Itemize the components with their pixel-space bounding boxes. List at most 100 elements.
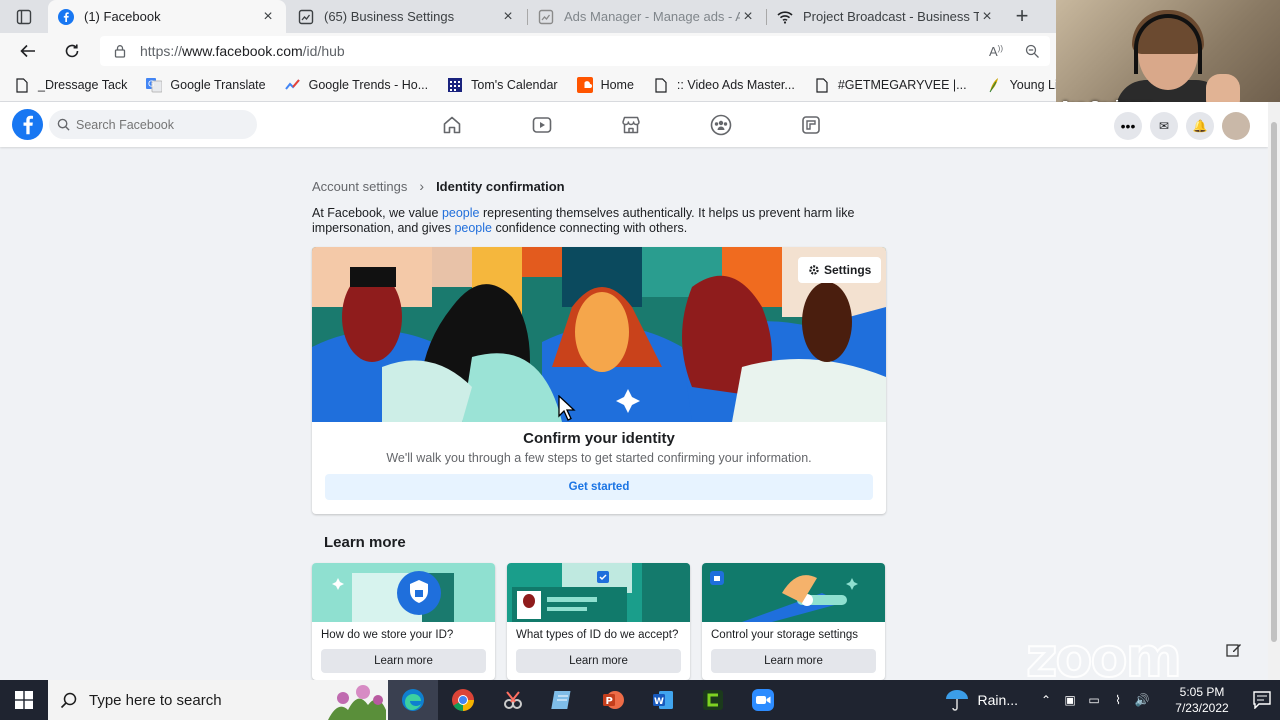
svg-text:W: W [654, 697, 664, 707]
nav-home[interactable] [422, 102, 482, 147]
facebook-logo-icon[interactable] [12, 109, 43, 140]
menu-button[interactable]: ••• [1114, 112, 1142, 140]
marketplace-icon [622, 116, 640, 133]
bookmark-item[interactable]: Young Living Virtua... [986, 77, 1056, 93]
bookmark-item[interactable]: _Dressage Tack [14, 77, 127, 93]
get-started-button[interactable]: Get started [325, 474, 873, 500]
learn-more-heading: Learn more [324, 534, 406, 551]
nav-gaming[interactable] [781, 102, 841, 147]
speaker-icon[interactable]: 🔊 [1130, 693, 1154, 707]
bookmark-item[interactable]: G Google Translate [146, 77, 266, 93]
rain-umbrella-icon [945, 690, 968, 711]
close-tab-icon[interactable]: × [979, 8, 995, 25]
learn-more-button[interactable]: Learn more [711, 649, 876, 673]
notifications-center-button[interactable] [1244, 691, 1280, 709]
bookmark-label: _Dressage Tack [38, 78, 128, 92]
intro-part: At Facebook, we value [312, 206, 442, 220]
taskbar-app-snip[interactable] [488, 680, 538, 720]
tab-actions-button[interactable] [0, 0, 48, 33]
battery-icon[interactable]: ▭ [1082, 693, 1106, 707]
close-tab-icon[interactable]: × [260, 8, 276, 25]
chevron-up-icon[interactable]: ⌃ [1034, 693, 1058, 707]
learn-more-button[interactable]: Learn more [516, 649, 681, 673]
bookmark-item[interactable]: Tom's Calendar [447, 77, 558, 93]
scrollbar-thumb[interactable] [1271, 122, 1277, 642]
tab-title: (65) Business Settings [324, 9, 455, 24]
notifications-button[interactable]: 🔔 [1186, 112, 1214, 140]
network-icon[interactable]: ⌇ [1106, 693, 1130, 707]
tab-project-broadcast[interactable]: Project Broadcast - Business Text × [767, 0, 1005, 33]
new-tab-button[interactable]: + [1008, 2, 1036, 30]
reload-button[interactable] [58, 37, 86, 65]
bookmark-item[interactable]: :: Video Ads Master... [653, 77, 795, 93]
nav-groups[interactable] [691, 102, 751, 147]
page-scrollbar[interactable] [1268, 102, 1280, 680]
bookmarks-bar: _Dressage Tack G Google Translate Google… [0, 69, 1056, 102]
intro-part: confidence connecting with others. [492, 221, 688, 235]
speech-bubble-icon [1253, 691, 1271, 709]
confirm-identity-title: Confirm your identity [523, 430, 675, 447]
url-prefix: https:// [140, 43, 183, 59]
taskbar-chrome[interactable] [438, 680, 488, 720]
bookmark-label: Google Trends - Ho... [308, 78, 429, 92]
meet-now-icon[interactable]: ▣ [1058, 693, 1082, 707]
settings-button[interactable]: Settings [798, 257, 882, 283]
bookmark-label: :: Video Ads Master... [676, 78, 795, 92]
clock-time: 5:05 PM [1179, 685, 1225, 699]
taskbar-search[interactable]: Type here to search [48, 680, 388, 720]
people-link[interactable]: people [442, 206, 480, 220]
settings-label: Settings [824, 263, 872, 277]
taskbar-app-notepad[interactable] [538, 680, 588, 720]
messenger-button[interactable]: ✉ [1150, 112, 1178, 140]
url-field[interactable]: https://www.facebook.com/id/hub A)) [100, 36, 1050, 66]
bookmark-label: Home [600, 78, 634, 92]
gear-icon [808, 264, 820, 276]
url-path: /id/hub [302, 43, 345, 59]
svg-text:G: G [148, 80, 154, 89]
back-button[interactable] [14, 37, 42, 65]
learn-more-card-store-id: How do we store your ID? Learn more [312, 563, 495, 680]
bookmark-item[interactable]: #GETMEGARYVEE |... [814, 77, 967, 93]
clock[interactable]: 5:05 PM 7/23/2022 [1160, 684, 1244, 716]
tab-ads-manager[interactable]: Ads Manager - Manage ads - Ad × [528, 0, 766, 33]
start-button[interactable] [0, 680, 48, 720]
intro-text: At Facebook, we value people representin… [312, 206, 887, 236]
mouse-cursor-icon [558, 395, 576, 421]
learn-more-button[interactable]: Learn more [321, 649, 486, 673]
zoom-out-icon[interactable] [1014, 44, 1050, 59]
page-icon [814, 77, 830, 93]
taskbar-word[interactable]: W [638, 680, 688, 720]
tab-facebook[interactable]: (1) Facebook × [48, 0, 286, 33]
back-arrow-icon [20, 44, 35, 58]
taskbar-search-placeholder: Type here to search [89, 691, 222, 709]
bookmark-item[interactable]: Google Trends - Ho... [284, 77, 429, 93]
flower-banner-icon [328, 685, 386, 720]
messenger-icon: ✉ [1158, 119, 1170, 133]
taskbar-camtasia[interactable] [688, 680, 738, 720]
people-link[interactable]: people [454, 221, 492, 235]
breadcrumb-current: Identity confirmation [436, 178, 565, 194]
tab-business-settings[interactable]: (65) Business Settings × [288, 0, 526, 33]
nav-marketplace[interactable] [601, 102, 661, 147]
facebook-search[interactable] [49, 110, 257, 139]
snipping-tool-icon [504, 691, 522, 709]
close-tab-icon[interactable]: × [500, 8, 516, 25]
read-aloud-icon[interactable]: A)) [978, 44, 1014, 59]
close-tab-icon[interactable]: × [740, 8, 756, 25]
taskbar-powerpoint[interactable]: P [588, 680, 638, 720]
account-avatar[interactable] [1222, 112, 1250, 140]
dots-grid-icon: ••• [1120, 118, 1136, 134]
taskbar-edge[interactable] [388, 680, 438, 720]
lock-icon[interactable] [100, 44, 140, 58]
weather-text: Rain... [977, 692, 1018, 708]
nav-watch[interactable] [512, 102, 572, 147]
bookmark-item[interactable]: Home [576, 77, 634, 93]
edge-icon [402, 689, 424, 711]
soundcloud-icon [576, 77, 593, 93]
search-input[interactable] [76, 117, 246, 132]
tab-actions-icon [16, 9, 32, 24]
breadcrumb-account-settings[interactable]: Account settings [312, 179, 407, 194]
weather-widget[interactable]: Rain... [944, 688, 1018, 712]
taskbar-zoom[interactable] [738, 680, 788, 720]
annotate-pencil-icon[interactable] [1226, 642, 1242, 658]
